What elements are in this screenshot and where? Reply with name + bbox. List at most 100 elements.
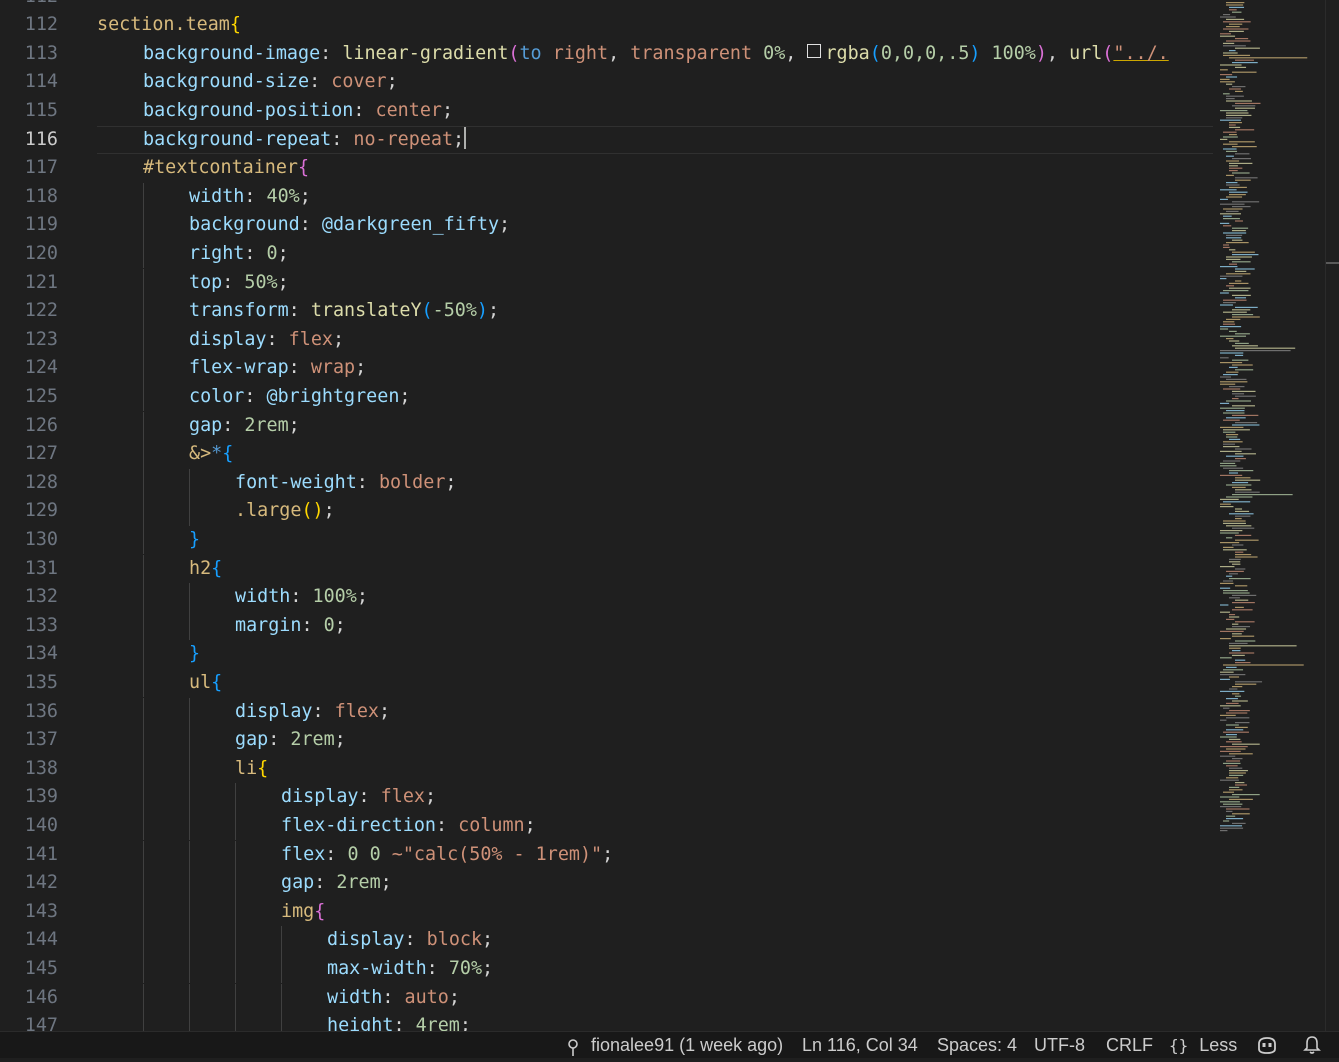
line-number: 137: [24, 729, 58, 751]
indent-guide: [143, 754, 144, 784]
code-line[interactable]: 129 .large();: [0, 497, 1213, 526]
code-line[interactable]: 119 background: @darkgreen_fifty;: [0, 211, 1213, 240]
minimap-line: [1223, 93, 1230, 95]
minimap-line: [1220, 690, 1245, 692]
minimap-line: [1229, 340, 1240, 342]
code-line[interactable]: 126 gap: 2rem;: [0, 411, 1213, 441]
minimap[interactable]: [1214, 0, 1325, 1031]
minimap-line: [1223, 311, 1247, 313]
code-token: ;: [441, 99, 454, 121]
minimap-line: [1235, 333, 1250, 335]
language-mode[interactable]: {} Less: [1169, 1032, 1237, 1058]
code-line[interactable]: 123 display: flex;: [0, 325, 1213, 355]
minimap-line: [1232, 206, 1251, 208]
minimap-line: [1223, 820, 1230, 822]
minimap-line: [1229, 772, 1246, 774]
minimap-line: [1220, 719, 1227, 721]
code-line[interactable]: 113 background-image: linear-gradient(to …: [0, 40, 1213, 69]
minimap-line: [1235, 621, 1255, 623]
code-line[interactable]: 121 top: 50%;: [0, 268, 1213, 298]
git-blame-item[interactable]: fionalee91 (1 week ago): [566, 1032, 783, 1058]
code-token: {: [314, 900, 326, 922]
minimap-line: [1232, 405, 1255, 407]
line-number: 119: [24, 214, 58, 236]
code-line[interactable]: 141 flex: 0 0 ~"calc(50% - 1rem)";: [0, 840, 1213, 870]
code-line[interactable]: 112 section.team{: [0, 11, 1213, 40]
code-line[interactable]: 145 max-width: 70%;: [0, 954, 1213, 984]
code-line[interactable]: 147 height: 4rem;: [0, 1012, 1213, 1031]
minimap-line: [1223, 549, 1247, 551]
minimap-line: [1232, 359, 1249, 361]
minimap-line: [1232, 227, 1249, 229]
minimap-line: [1229, 194, 1246, 196]
minimap-line: [1220, 69, 1228, 71]
cursor-position[interactable]: Ln 116, Col 34: [802, 1032, 918, 1058]
line-number: 114: [24, 71, 58, 93]
line-number: 143: [24, 900, 58, 922]
color-swatch[interactable]: [807, 43, 822, 58]
code-editor[interactable]: 112112section.team{113background-image: …: [0, 0, 1213, 1031]
code-token: ,: [608, 42, 631, 64]
code-line[interactable]: 128 font-weight: bolder;: [0, 468, 1213, 498]
code-line[interactable]: 139 display: flex;: [0, 783, 1213, 812]
minimap-line: [1226, 724, 1239, 726]
code-line[interactable]: 140 flex-direction: column;: [0, 811, 1213, 841]
code-line[interactable]: 134}: [0, 640, 1213, 669]
code-token: top: [189, 271, 223, 293]
code-line[interactable]: 118 width: 40%;: [0, 182, 1213, 212]
code-line[interactable]: 144 display: block;: [0, 926, 1213, 955]
code-line[interactable]: 133 margin: 0;: [0, 611, 1213, 641]
copilot-button[interactable]: [1256, 1035, 1278, 1061]
minimap-line: [1220, 326, 1242, 328]
code-line[interactable]: 125 color: @brightgreen;: [0, 382, 1213, 412]
code-token: {: [211, 557, 223, 579]
minimap-line: [1235, 585, 1248, 587]
code-token: {: [222, 443, 234, 465]
code-text: font-weight: bolder;: [235, 469, 456, 498]
code-token: :: [325, 843, 348, 865]
minimap-line: [1223, 520, 1246, 522]
minimap-line: [1226, 155, 1234, 157]
code-line[interactable]: 112: [0, 0, 1213, 11]
code-token: transform: [189, 300, 289, 322]
minimap-line: [1226, 575, 1233, 577]
minimap-line: [1226, 95, 1244, 97]
code-line[interactable]: 136 display: flex;: [0, 697, 1213, 727]
encoding-setting[interactable]: UTF-8: [1034, 1032, 1085, 1058]
indentation-setting[interactable]: Spaces: 4: [937, 1032, 1017, 1058]
minimap-line: [1223, 791, 1235, 793]
code-line[interactable]: 143 img{: [0, 897, 1213, 927]
code-line[interactable]: 115 background-position: center;: [0, 97, 1213, 126]
code-line[interactable]: 131 h2{: [0, 554, 1213, 584]
code-line[interactable]: 124 flex-wrap: wrap;: [0, 354, 1213, 383]
code-line[interactable]: 135 ul{: [0, 668, 1213, 698]
minimap-line: [1235, 107, 1255, 109]
code-line[interactable]: 127 &>*{: [0, 440, 1213, 469]
code-line[interactable]: 117 #textcontainer{: [0, 154, 1213, 183]
minimap-line: [1232, 700, 1248, 702]
notifications-button[interactable]: [1303, 1035, 1321, 1061]
vertical-scrollbar[interactable]: [1325, 0, 1339, 1031]
code-line[interactable]: 137 gap: 2rem;: [0, 726, 1213, 755]
line-ending-setting[interactable]: CRLF: [1106, 1032, 1153, 1058]
code-line[interactable]: 122 transform: translateY(-50%);: [0, 297, 1213, 326]
minimap-line: [1220, 350, 1291, 352]
code-token: :: [320, 42, 343, 64]
code-token: {: [229, 14, 241, 36]
code-line[interactable]: 132 width: 100%;: [0, 583, 1213, 612]
code-line[interactable]: 142 gap: 2rem;: [0, 869, 1213, 898]
code-line[interactable]: 146 width: auto;: [0, 983, 1213, 1013]
code-token: {: [298, 157, 310, 179]
code-line[interactable]: 114 background-size: cover;: [0, 68, 1213, 97]
minimap-line: [1235, 306, 1258, 308]
minimap-line: [1229, 472, 1239, 474]
minimap-line: [1235, 683, 1257, 685]
code-line[interactable]: 120 right: 0;: [0, 239, 1213, 269]
code-line[interactable]: 116 background-repeat: no-repeat;: [0, 125, 1213, 155]
minimap-line: [1229, 578, 1251, 580]
code-token: "../.: [1113, 42, 1169, 64]
code-line[interactable]: 138 li{: [0, 754, 1213, 784]
minimap-line: [1220, 362, 1243, 364]
minimap-line: [1232, 254, 1259, 256]
code-line[interactable]: 130}: [0, 525, 1213, 555]
